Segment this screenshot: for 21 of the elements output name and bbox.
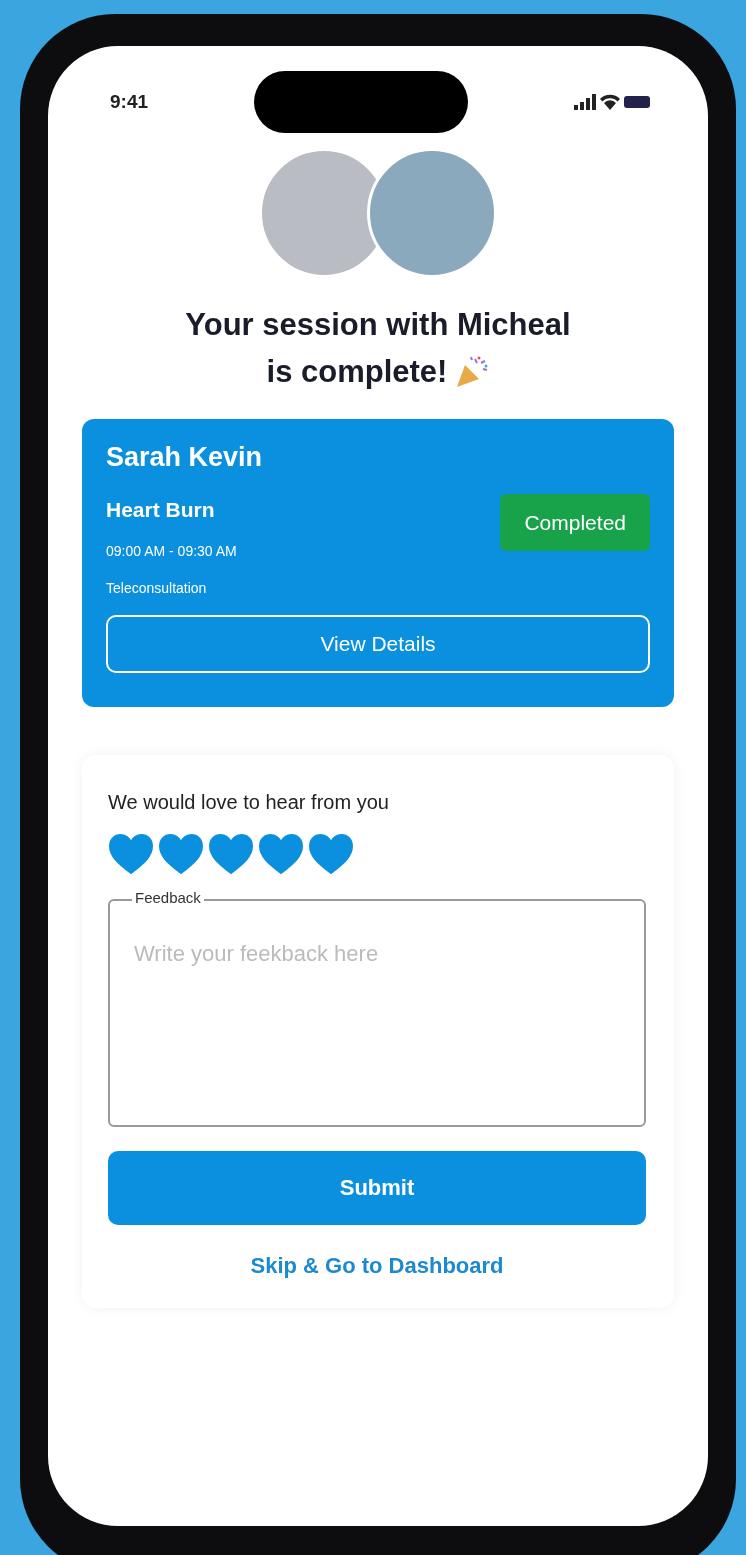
party-popper-icon [455,354,490,389]
heart-icon[interactable] [208,832,254,875]
view-details-button[interactable]: View Details [106,615,650,673]
appointment-time: 09:00 AM - 09:30 AM [106,542,237,561]
wifi-icon [600,94,620,110]
patient-name: Sarah Kevin [106,441,264,474]
feedback-heading: We would love to hear from you [108,789,390,815]
completion-title: Your session with Micheal [185,306,571,344]
heart-icon[interactable] [308,832,354,875]
completion-title: is complete! [266,352,448,391]
status-badge: Completed [500,493,650,551]
heart-icon[interactable] [158,832,204,875]
status-time: 9:41 [110,89,149,114]
battery-icon [624,96,650,108]
consultation-type: Teleconsultation [106,579,208,598]
heart-icon[interactable] [108,832,154,875]
signal-icon [574,94,596,110]
heart-icon[interactable] [258,832,304,875]
submit-button[interactable]: Submit [108,1150,646,1225]
condition-label: Heart Burn [106,496,216,523]
skip-link[interactable]: Skip & Go to Dashboard [250,1252,504,1278]
